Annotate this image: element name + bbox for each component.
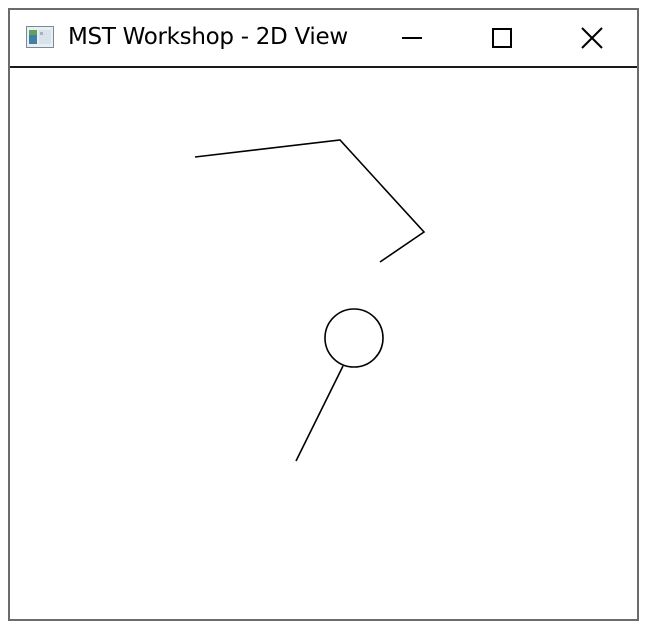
title-bar[interactable]: MST Workshop - 2D View	[10, 10, 637, 68]
window-app-icon[interactable]	[26, 26, 54, 48]
lower-line	[295, 365, 344, 462]
close-button[interactable]	[547, 10, 637, 66]
maximize-icon	[492, 28, 512, 48]
drawing-canvas[interactable]	[10, 68, 637, 619]
minimize-button[interactable]	[367, 10, 457, 66]
app-window: MST Workshop - 2D View	[8, 8, 639, 621]
minimize-icon	[402, 37, 422, 39]
canvas-svg	[194, 139, 426, 462]
upper-polyline	[194, 139, 426, 263]
node-circle	[324, 308, 384, 368]
maximize-button[interactable]	[457, 10, 547, 66]
close-icon	[581, 27, 603, 49]
window-title: MST Workshop - 2D View	[68, 24, 348, 50]
